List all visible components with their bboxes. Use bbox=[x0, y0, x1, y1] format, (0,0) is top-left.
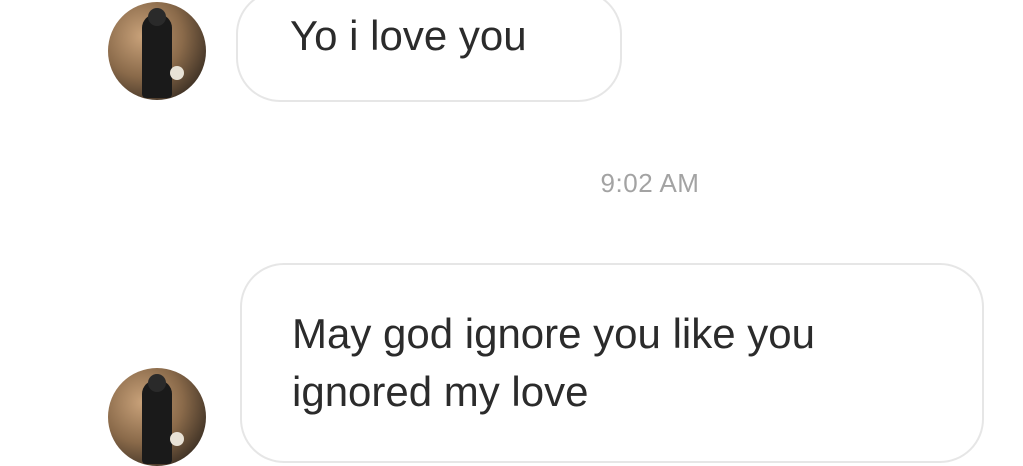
message-text: Yo i love you bbox=[290, 12, 527, 59]
avatar-figure bbox=[142, 380, 172, 464]
message-timestamp: 9:02 AM bbox=[600, 168, 700, 198]
sender-avatar[interactable] bbox=[108, 2, 206, 100]
avatar-figure bbox=[142, 14, 172, 98]
message-bubble[interactable]: May god ignore you like you ignored my l… bbox=[240, 263, 984, 463]
avatar-head bbox=[148, 8, 166, 26]
message-text: May god ignore you like you ignored my l… bbox=[292, 310, 815, 415]
avatar-ball bbox=[170, 66, 184, 80]
avatar-head bbox=[148, 374, 166, 392]
avatar-ball bbox=[170, 432, 184, 446]
chat-thread: Yo i love you 9:02 AM May god ignore you… bbox=[0, 0, 1023, 466]
message-bubble[interactable]: Yo i love you bbox=[236, 0, 622, 102]
sender-avatar[interactable] bbox=[108, 368, 206, 466]
